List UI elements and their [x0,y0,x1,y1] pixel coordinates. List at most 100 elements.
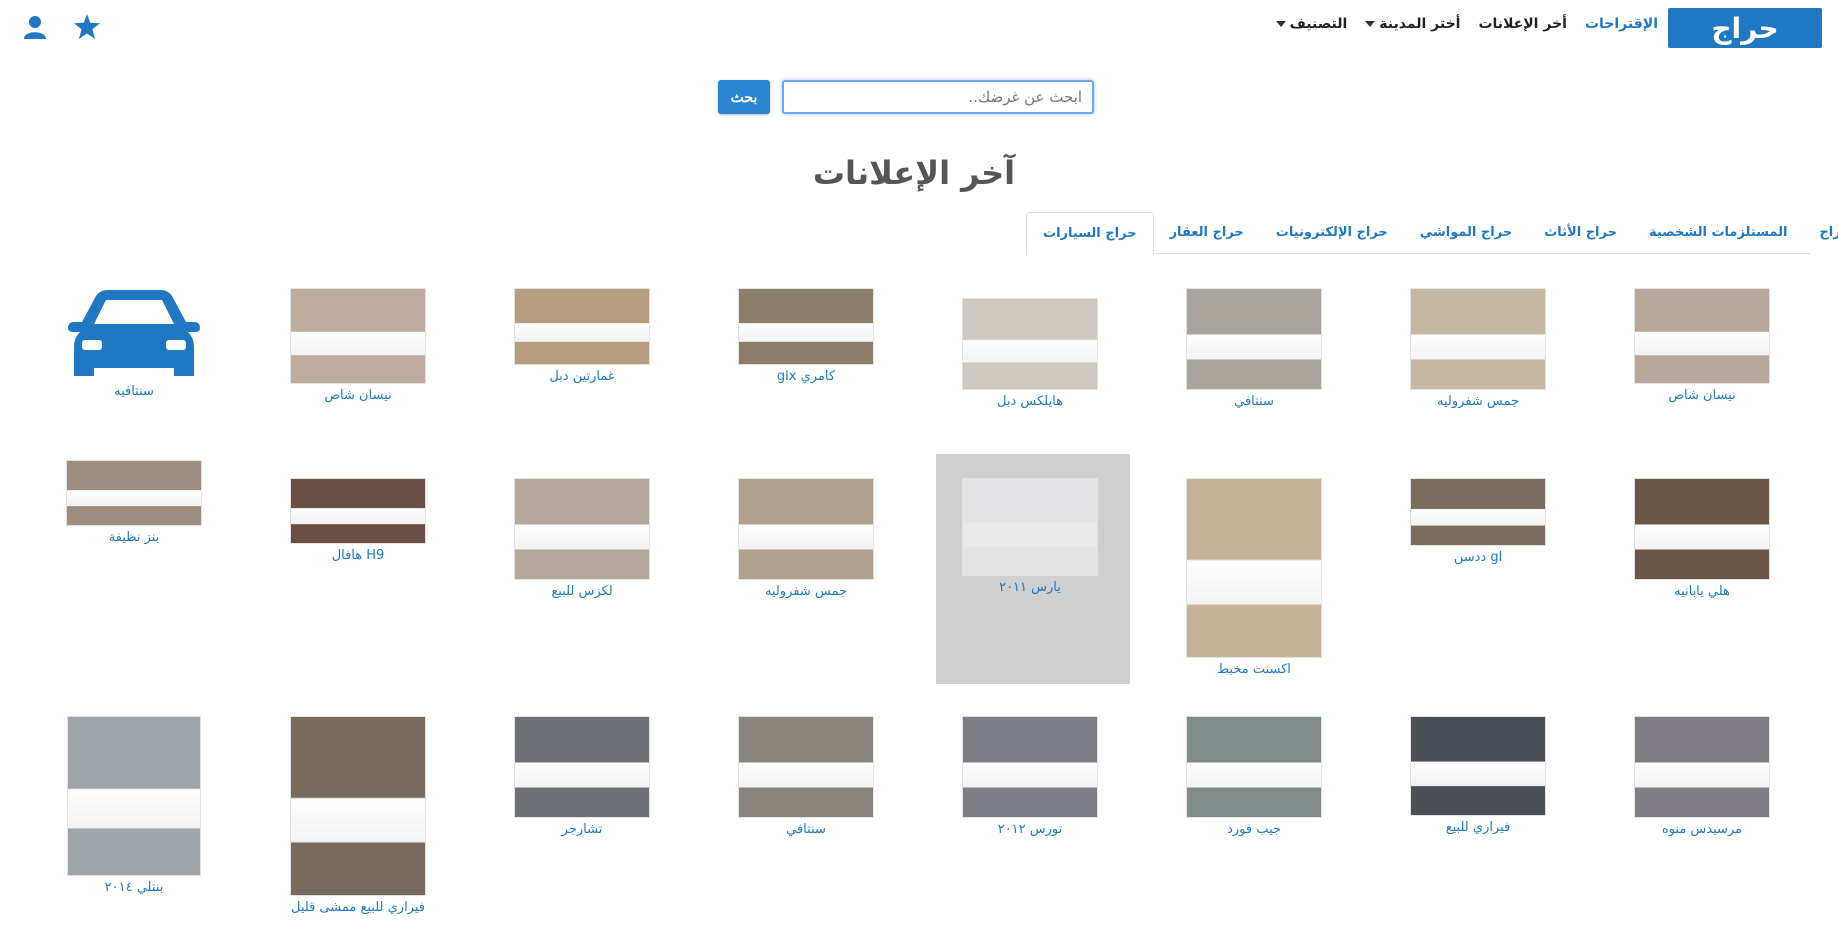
listing-image [290,288,426,384]
listing-image [1634,288,1770,384]
listing-image [514,716,650,818]
user-actions [24,14,100,39]
listing-image [962,298,1098,390]
listing-card[interactable]: gl ددسن [1410,478,1546,565]
listing-image [1634,478,1770,580]
chevron-down-icon [1365,21,1376,27]
tab-real-estate[interactable]: حراج العقار [1154,212,1260,254]
listing-card[interactable]: هلي يابانيه [1634,478,1770,599]
category-tabs: حراج السيارات حراج العقار حراج الإلكترون… [1026,212,1838,255]
listing-image [738,478,874,580]
tab-electronics[interactable]: حراج الإلكترونيات [1260,212,1404,254]
listing-image [1634,716,1770,818]
listing-title: غمارتين دبل [549,369,615,384]
listing-image [67,716,201,876]
listing-title: اكسنت مخبط [1217,662,1291,677]
listing-image [1186,288,1322,390]
listing-image [962,716,1098,818]
listing-title: تشارجر [561,822,603,837]
nav-suggestions-link[interactable]: الإقتراحات [1585,16,1658,32]
listing-title: نيسان شاص [1668,388,1736,403]
page-title: آخر الإعلانات [812,154,1016,192]
listing-image [962,478,1098,576]
listing-title: فيراري للبيع [1445,820,1511,835]
listing-card[interactable]: فيراري للبيع [1410,716,1546,835]
tab-livestock[interactable]: حراج المواشي [1404,212,1528,254]
listing-title: جيب فورد [1227,822,1281,837]
listing-title: سنتافي [786,822,826,837]
listing-card[interactable]: H9 هافال [290,478,426,563]
listing-title: H9 هافال [331,548,385,563]
car-icon [66,286,202,380]
listing-title: سنتافي [1234,394,1274,409]
listing-card[interactable]: كامري glx [738,288,874,384]
listing-title: فيراري للبيع ممشى قليل [291,900,425,915]
listing-card[interactable]: بنز نظيفة [66,460,202,545]
chevron-down-icon [1275,21,1286,27]
nav-classification-label: التصنيف [1289,16,1348,32]
listing-card[interactable]: نيسان شاص [290,288,426,403]
nav-latest-link[interactable]: أخر الإعلانات [1478,16,1566,32]
listing-title: مرسيدس منوه [1661,822,1743,837]
main-nav: التصنيف أختر المدينة أخر الإعلانات الإقت… [1275,16,1658,32]
listing-card[interactable]: نيسان شاص [1634,288,1770,403]
listing-image [738,288,874,365]
listing-image [514,478,650,580]
nav-city-dropdown[interactable]: أختر المدينة [1365,16,1460,32]
listing-card[interactable]: هايلكس دبل [962,298,1098,409]
listing-card[interactable]: سنتافي [1186,288,1322,409]
search-button[interactable]: بحث [718,80,770,114]
listing-title: نيسان شاص [324,388,392,403]
tab-furniture[interactable]: حراج الأثاث [1528,212,1633,254]
tab-cars[interactable]: حراج السيارات [1026,212,1154,255]
listing-title: يارس ٢٠١١ [999,580,1061,595]
listing-card[interactable]: تشارجر [514,716,650,837]
nav-classification-dropdown[interactable]: التصنيف [1275,16,1348,32]
nav-suggestions-label: الإقتراحات [1584,16,1658,32]
tab-all[interactable]: كل حراج [1803,212,1838,254]
listing-title: بنز نظيفة [108,530,160,545]
listing-title: لكزس للبيع [551,584,613,599]
listing-image [514,288,650,365]
listing-title: جمس شفروليه [764,584,848,599]
user-icon[interactable] [24,15,46,39]
logo-text: حراج [1711,11,1779,45]
listing-image [1186,478,1322,658]
listing-title: هايلكس دبل [997,394,1063,409]
listing-card[interactable]: بنتلي ٢٠١٤ [66,716,202,895]
listing-title: جمس شفروليه [1436,394,1520,409]
listing-card[interactable]: سنتافيه [66,286,202,399]
listing-image [1186,716,1322,818]
listing-title: تورس ٢٠١٢ [997,822,1063,837]
tab-personal-supplies[interactable]: المستلزمات الشخصية [1633,212,1803,254]
listing-card[interactable]: جيب فورد [1186,716,1322,837]
listing-image [290,478,426,544]
nav-city-label: أختر المدينة [1379,16,1461,32]
listing-card[interactable]: جمس شفروليه [738,478,874,599]
listing-title: gl ددسن [1453,550,1503,565]
listing-image [738,716,874,818]
listing-card[interactable]: لكزس للبيع [514,478,650,599]
listing-image [1410,478,1546,546]
search-input[interactable] [782,80,1094,114]
listing-image [1410,716,1546,816]
listing-title: هلي يابانيه [1674,584,1730,599]
listing-card[interactable]: غمارتين دبل [514,288,650,384]
top-header: حراج التصنيف أختر المدينة أخر الإعلانات … [0,0,1838,60]
listing-card[interactable]: تورس ٢٠١٢ [962,716,1098,837]
nav-latest-label: أخر الإعلانات [1478,16,1567,32]
listings-grid: نيسان شاص جمس شفروليه سنتافي هايلكس دبل … [0,280,1838,936]
listing-title: كامري glx [776,369,836,384]
listing-card[interactable]: اكسنت مخبط [1186,478,1322,677]
listing-image [66,460,202,526]
listing-card[interactable]: فيراري للبيع ممشى قليل [290,716,426,915]
search-bar: بحث [718,80,1094,114]
listing-card[interactable]: جمس شفروليه [1410,288,1546,409]
star-icon[interactable] [74,14,100,39]
listing-image [290,716,426,896]
listing-card[interactable]: سنتافي [738,716,874,837]
listing-card[interactable]: مرسيدس منوه [1634,716,1770,837]
listing-title: بنتلي ٢٠١٤ [104,880,164,895]
listing-card[interactable]: يارس ٢٠١١ [962,478,1098,595]
site-logo[interactable]: حراج [1668,8,1822,48]
